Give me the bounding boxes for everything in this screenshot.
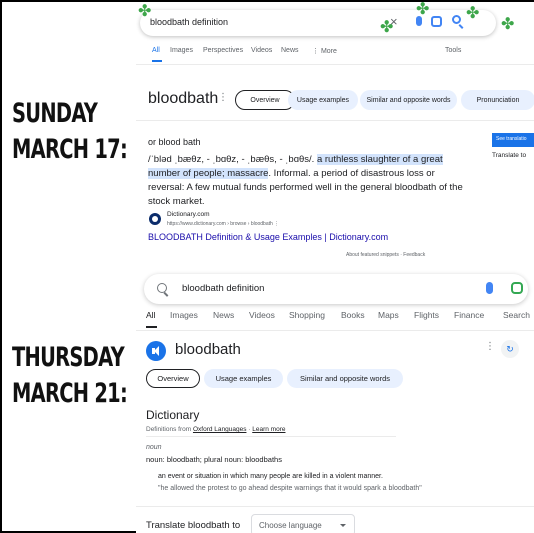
shamrock-icon: ✤ [466, 5, 480, 22]
tab-search[interactable]: Search [503, 310, 530, 320]
see-translation-button[interactable]: See translatio [492, 133, 534, 147]
tab-videos[interactable]: Videos [249, 310, 275, 320]
screenshot-sunday: bloodbath definition × All Images Perspe… [136, 2, 534, 270]
oxford-languages-link[interactable]: Oxford Languages [193, 426, 246, 433]
shamrock-icon: ✤ [380, 19, 394, 36]
choose-language-select[interactable]: Choose language [251, 514, 355, 533]
about-snippets[interactable]: About featured snippets · Feedback [346, 252, 425, 258]
speaker-icon[interactable] [146, 341, 166, 361]
chip-overview[interactable]: Overview [146, 369, 200, 388]
mic-icon[interactable] [486, 282, 493, 294]
date-label-sunday: SUNDAY MARCH 17: [12, 96, 128, 168]
chip-pronunciation[interactable]: Pronunciation [461, 90, 534, 110]
tab-news[interactable]: News [213, 310, 234, 320]
search-tabs: All Images News Videos Shopping Books Ma… [146, 310, 534, 324]
date-label-day: SUNDAY [12, 98, 98, 129]
part-of-speech: noun [146, 444, 162, 451]
lens-icon[interactable] [431, 16, 442, 27]
chip-usage-examples[interactable]: Usage examples [288, 90, 358, 110]
search-tabs: All Images Perspectives Videos News ⋮ Mo… [152, 47, 472, 61]
pronunciation: /ˈbləd ˌbæθz, - ˌbɑθz, - ˌbæθs, - ˌbɑθs/… [148, 154, 315, 165]
dictionary-favicon-icon [149, 213, 161, 225]
tab-all[interactable]: All [152, 47, 160, 54]
tab-images[interactable]: Images [170, 310, 198, 320]
divider [136, 330, 534, 331]
search-bar[interactable]: bloodbath definition × [140, 10, 496, 36]
tab-images[interactable]: Images [170, 47, 193, 54]
search-icon[interactable] [157, 283, 167, 293]
variant-spelling: or blood bath [148, 137, 201, 147]
divider [136, 506, 534, 507]
featured-snippet-text: /ˈbləd ˌbæθz, - ˌbɑθz, - ˌbæθs, - ˌbɑθs/… [148, 153, 466, 209]
headword: bloodbath [148, 90, 219, 107]
noun-forms: noun: bloodbath; plural noun: bloodbaths [146, 455, 282, 464]
tab-finance[interactable]: Finance [454, 310, 484, 320]
search-query[interactable]: bloodbath definition [150, 17, 228, 27]
chip-similar-opposite[interactable]: Similar and opposite words [287, 369, 403, 388]
tab-shopping[interactable]: Shopping [289, 310, 325, 320]
shamrock-icon: ✤ [416, 1, 430, 18]
learn-more-link[interactable]: Learn more [252, 426, 285, 433]
screenshot-thursday: bloodbath definition All Images News Vid… [136, 270, 534, 533]
tab-news[interactable]: News [281, 47, 299, 54]
tab-perspectives[interactable]: Perspectives [203, 47, 243, 54]
more-options-icon[interactable]: ⋮ [485, 341, 495, 352]
site-name: Dictionary.com [167, 211, 210, 218]
date-label-day: THURSDAY [12, 342, 125, 373]
tab-tools[interactable]: Tools [445, 47, 461, 54]
shamrock-icon: ✤ [501, 16, 515, 33]
tab-more[interactable]: ⋮ More [312, 47, 337, 55]
dictionary-heading: Dictionary [146, 408, 200, 422]
date-label-thursday: THURSDAY MARCH 21: [12, 340, 128, 412]
share-icon[interactable]: ↻ [501, 340, 519, 358]
divider [136, 64, 534, 65]
source-prefix: Definitions from [146, 426, 193, 433]
chip-usage-examples[interactable]: Usage examples [204, 369, 283, 388]
result-link[interactable]: BLOODBATH Definition & Usage Examples | … [148, 232, 388, 242]
tab-videos[interactable]: Videos [251, 47, 272, 54]
search-query[interactable]: bloodbath definition [182, 283, 264, 294]
divider [146, 436, 396, 437]
chip-similar-opposite[interactable]: Similar and opposite words [360, 90, 457, 110]
search-bar[interactable]: bloodbath definition [144, 274, 528, 304]
tab-books[interactable]: Books [341, 310, 365, 320]
lens-icon[interactable] [511, 282, 523, 294]
definition-source: Definitions from Oxford Languages · Lear… [146, 426, 286, 433]
tab-flights[interactable]: Flights [414, 310, 439, 320]
tab-all[interactable]: All [146, 310, 155, 320]
chip-overview[interactable]: Overview [235, 90, 295, 110]
tab-maps[interactable]: Maps [378, 310, 399, 320]
active-tab-indicator [152, 60, 162, 62]
definition-sense: an event or situation in which many peop… [158, 473, 383, 480]
translate-to-label: Translate to [492, 152, 527, 159]
translate-label: Translate bloodbath to [146, 520, 241, 531]
date-label-date: MARCH 17: [12, 134, 128, 165]
divider [136, 120, 534, 121]
date-label-date: MARCH 21: [12, 378, 128, 409]
search-icon[interactable] [452, 15, 461, 24]
active-tab-indicator [146, 326, 157, 328]
more-options-icon[interactable]: ⋮ [218, 92, 228, 103]
shamrock-icon: ✤ [138, 3, 152, 20]
headword: bloodbath [175, 341, 241, 358]
usage-example: "he allowed the protest to go ahead desp… [158, 485, 422, 492]
site-url: https://www.dictionary.com › browse › bl… [167, 221, 280, 227]
meme-frame: SUNDAY MARCH 17: THURSDAY MARCH 21: bloo… [0, 0, 534, 533]
